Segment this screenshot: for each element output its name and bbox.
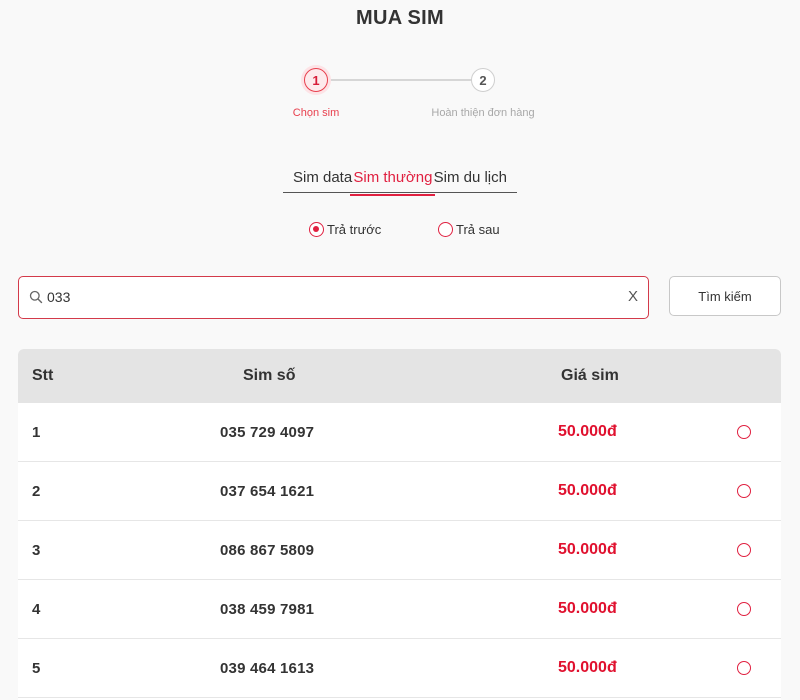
radio-postpaid-icon[interactable] [438, 222, 453, 237]
header-stt: Stt [32, 367, 54, 384]
row-sim-number: 038 459 7981 [220, 600, 315, 618]
table-row[interactable]: 3 086 867 5809 50.000đ [18, 521, 781, 580]
row-stt: 1 [32, 423, 41, 441]
sim-table: Stt Sim số Giá sim 1 035 729 4097 50.000… [18, 349, 781, 700]
radio-prepaid[interactable]: Trả trước [309, 222, 381, 237]
row-stt: 3 [32, 541, 41, 559]
row-price: 50.000đ [558, 541, 617, 558]
step-1-circle: 1 [304, 68, 328, 92]
buy-sim-page: MUA SIM 1 2 Chọn sim Hoàn thiện đơn hàng… [0, 0, 800, 700]
row-sim-number: 086 867 5809 [220, 541, 315, 559]
search-button[interactable]: Tìm kiếm [669, 276, 781, 316]
header-price: Giá sim [561, 367, 619, 384]
table-row[interactable]: 2 037 654 1621 50.000đ [18, 462, 781, 521]
table-row[interactable]: 5 039 464 1613 50.000đ [18, 639, 781, 698]
sim-type-tabs: Sim data Sim thường Sim du lịch [283, 167, 517, 196]
step-2-circle: 2 [471, 68, 495, 92]
row-select-radio[interactable] [737, 543, 751, 557]
row-select-radio[interactable] [737, 425, 751, 439]
row-sim-number: 035 729 4097 [220, 423, 315, 441]
row-stt: 5 [32, 659, 41, 677]
radio-prepaid-label: Trả trước [327, 222, 382, 237]
row-price: 50.000đ [558, 600, 617, 617]
header-sim-number: Sim số [243, 367, 296, 384]
step-1-label: Chọn sim [292, 107, 340, 119]
radio-prepaid-icon[interactable] [309, 222, 324, 237]
search-icon [29, 290, 43, 304]
row-price: 50.000đ [558, 659, 617, 676]
payment-type-group: Trả trước Trả sau [0, 222, 800, 246]
row-stt: 4 [32, 600, 41, 618]
step-2-label: Hoàn thiện đơn hàng [431, 107, 535, 119]
radio-postpaid-label: Trả sau [456, 222, 500, 237]
stepper-line [328, 79, 472, 81]
row-stt: 2 [32, 482, 41, 500]
row-select-radio[interactable] [737, 484, 751, 498]
table-header: Stt Sim số Giá sim [18, 349, 781, 403]
row-price: 50.000đ [558, 482, 617, 499]
search-box: X [18, 276, 649, 319]
page-title: MUA SIM [355, 7, 445, 29]
tab-sim-du-lich[interactable]: Sim du lịch [434, 167, 507, 192]
order-stepper: 1 2 Chọn sim Hoàn thiện đơn hàng [0, 66, 800, 126]
row-select-radio[interactable] [737, 602, 751, 616]
search-input[interactable] [47, 285, 607, 309]
table-row[interactable]: 1 035 729 4097 50.000đ [18, 403, 781, 462]
table-row[interactable]: 4 038 459 7981 50.000đ [18, 580, 781, 639]
tab-sim-data[interactable]: Sim data [293, 167, 352, 192]
tab-sim-thuong[interactable]: Sim thường [350, 167, 436, 196]
radio-postpaid[interactable]: Trả sau [438, 222, 500, 237]
close-icon[interactable]: X [628, 287, 638, 307]
row-price: 50.000đ [558, 423, 617, 440]
row-sim-number: 039 464 1613 [220, 659, 315, 677]
row-select-radio[interactable] [737, 661, 751, 675]
row-sim-number: 037 654 1621 [220, 482, 315, 500]
